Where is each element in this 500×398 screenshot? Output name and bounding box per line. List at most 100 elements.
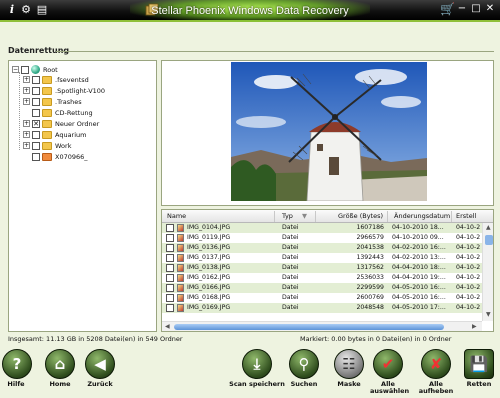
window-title: Stellar Phoenix Windows Data Recovery (151, 5, 349, 17)
row-checkbox[interactable] (166, 244, 174, 252)
search-button[interactable]: ⚲ Suchen (288, 349, 320, 388)
back-button[interactable]: ◀ Zurück (84, 349, 116, 388)
row-checkbox[interactable] (166, 234, 174, 242)
expand-icon[interactable]: + (23, 98, 30, 105)
column-header-created[interactable]: Erstell (456, 212, 476, 220)
tree-item[interactable]: + .Trashes (23, 96, 82, 107)
row-checkbox[interactable] (166, 264, 174, 272)
expand-icon[interactable]: + (23, 76, 30, 83)
row-checkbox[interactable] (166, 284, 174, 292)
expand-icon[interactable]: + (23, 142, 30, 149)
horizontal-scrollbar[interactable]: ◀ ▶ (162, 321, 482, 331)
status-marked: Markiert: 0.00 bytes in 0 Datei(en) in 0… (300, 335, 452, 343)
tree-checkbox[interactable] (21, 65, 29, 74)
table-row[interactable]: IMG_0136.JPG Datei 2041538 04-02-2010 16… (162, 243, 482, 253)
tree-item[interactable]: + Work (23, 140, 71, 151)
expand-icon[interactable]: + (23, 87, 30, 94)
tree-item[interactable]: X070966_ (23, 151, 88, 162)
tree-item[interactable]: + .fseventsd (23, 74, 89, 85)
select-all-button[interactable]: ✔ Alle auswählen (370, 349, 409, 395)
row-checkbox[interactable] (166, 294, 174, 302)
column-separator[interactable] (315, 211, 316, 222)
save-scan-button[interactable]: ⤓ Scan speichern (226, 349, 288, 388)
scroll-thumb[interactable] (174, 324, 444, 330)
table-row[interactable]: IMG_0169.JPG Datei 2048548 04-05-2010 17… (162, 303, 482, 313)
table-row[interactable]: IMG_0168.JPG Datei 2600769 04-05-2010 16… (162, 293, 482, 303)
tree-checkbox[interactable] (32, 86, 40, 95)
row-checkbox[interactable] (166, 304, 174, 312)
search-label: Suchen (290, 380, 318, 388)
table-row[interactable]: IMG_0119.JPG Datei 2966579 04-10-2010 09… (162, 233, 482, 243)
cell-name: IMG_0119.JPG (187, 234, 231, 241)
column-separator[interactable] (451, 211, 452, 222)
folder-icon (42, 75, 52, 84)
cart-icon[interactable]: 🛒 (440, 3, 455, 15)
cell-name: IMG_0168.JPG (187, 294, 231, 301)
folder-icon (42, 130, 52, 139)
expand-icon[interactable]: + (23, 120, 30, 127)
scroll-up-icon[interactable]: ▲ (486, 224, 491, 231)
cell-type: Datei (282, 284, 299, 291)
tree-item[interactable]: + .Spotlight-V100 (23, 85, 105, 96)
home-button[interactable]: ⌂ Home (44, 349, 76, 388)
tree-item[interactable]: CD-Rettung (23, 107, 93, 118)
scroll-thumb[interactable] (485, 235, 493, 245)
back-label: Zurück (87, 380, 113, 388)
recover-button[interactable]: 💾 Retten (462, 349, 496, 388)
vertical-scrollbar[interactable]: ▲ ▼ (482, 223, 493, 321)
scroll-right-icon[interactable]: ▶ (472, 323, 477, 330)
tree-checkbox[interactable] (32, 130, 40, 139)
cell-type: Datei (282, 294, 299, 301)
cell-modified: 04-10-2010 09... (392, 234, 444, 241)
cell-modified: 04-05-2010 17:... (392, 304, 446, 311)
column-header-size[interactable]: Größe (Bytes) (338, 212, 383, 220)
tree-item[interactable]: + ✕ Neuer Ordner (23, 118, 99, 129)
table-row[interactable]: IMG_0104.JPG Datei 1607186 04-10-2010 18… (162, 223, 482, 233)
column-header-modified[interactable]: Änderungsdatum (394, 212, 450, 220)
collapse-icon[interactable]: − (12, 66, 19, 73)
cell-name: IMG_0104.JPG (187, 224, 231, 231)
tree-checkbox-checked[interactable]: ✕ (32, 119, 40, 128)
help-button[interactable]: ? Hilfe (2, 349, 32, 388)
file-list[interactable]: Name Typ ▼ Größe (Bytes) Änderungsdatum … (161, 209, 494, 332)
select-all-label: Alle auswählen (370, 381, 409, 395)
download-icon: ⤓ (242, 349, 272, 379)
maximize-button[interactable]: □ (470, 3, 482, 15)
column-separator[interactable] (274, 211, 275, 222)
scroll-down-icon[interactable]: ▼ (486, 311, 491, 318)
folder-tree[interactable]: − Root + .fseventsd + .Spotlight-V100 + … (8, 60, 157, 332)
column-header-name[interactable]: Name (167, 212, 186, 220)
tree-item[interactable]: + Aquarium (23, 129, 87, 140)
image-file-icon (177, 244, 184, 252)
question-icon: ? (2, 349, 32, 379)
tree-checkbox[interactable] (32, 141, 40, 150)
deselect-all-label-line2: aufheben (418, 387, 454, 395)
tree-checkbox[interactable] (32, 97, 40, 106)
cell-modified: 04-02-2010 13:... (392, 254, 446, 261)
section-divider (56, 51, 494, 52)
column-separator[interactable] (387, 211, 388, 222)
floppy-save-icon: 💾 (464, 349, 494, 379)
table-row[interactable]: IMG_0137.JPG Datei 1392443 04-02-2010 13… (162, 253, 482, 263)
expand-icon[interactable]: + (23, 131, 30, 138)
column-header-type[interactable]: Typ (282, 212, 293, 220)
row-checkbox[interactable] (166, 274, 174, 282)
deselect-all-button[interactable]: ✘ Alle aufheben (418, 349, 454, 395)
tree-checkbox[interactable] (32, 152, 40, 161)
cell-modified: 04-02-2010 16:... (392, 244, 446, 251)
cell-type: Datei (282, 224, 299, 231)
table-row[interactable]: IMG_0166.JPG Datei 2299599 04-05-2010 16… (162, 283, 482, 293)
row-checkbox[interactable] (166, 224, 174, 232)
recover-label: Retten (466, 380, 492, 388)
table-row[interactable]: IMG_0138.JPG Datei 1317562 04-04-2010 18… (162, 263, 482, 273)
tree-item-label: X070966_ (55, 152, 88, 161)
scroll-left-icon[interactable]: ◀ (165, 323, 170, 330)
tree-checkbox[interactable] (32, 108, 40, 117)
tree-checkbox[interactable] (32, 75, 40, 84)
tree-item-label: .Spotlight-V100 (55, 86, 106, 95)
close-button[interactable]: ✕ (484, 3, 496, 15)
mask-button[interactable]: ☷ Maske (333, 349, 365, 388)
table-row[interactable]: IMG_0162.JPG Datei 2536033 04-04-2010 19… (162, 273, 482, 283)
minimize-button[interactable]: − (456, 3, 468, 15)
row-checkbox[interactable] (166, 254, 174, 262)
